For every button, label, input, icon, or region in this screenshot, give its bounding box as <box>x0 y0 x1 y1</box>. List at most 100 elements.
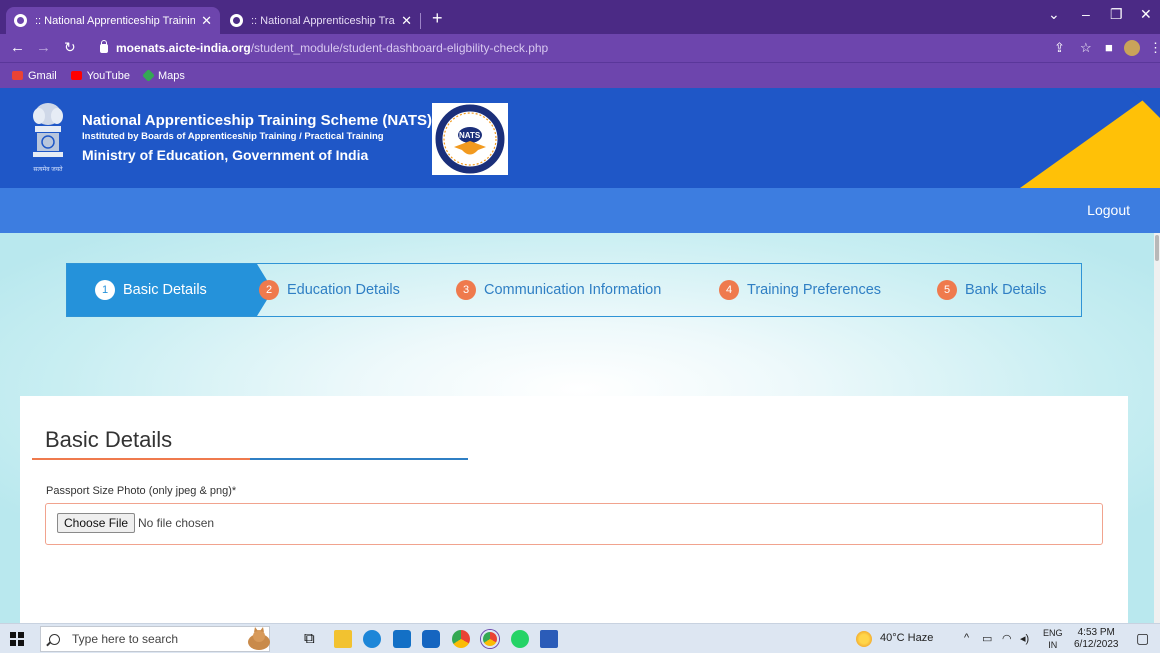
step-label: Training Preferences <box>747 282 882 298</box>
lang-region: IN <box>1048 640 1058 650</box>
step-number: 5 <box>937 280 957 300</box>
chrome-icon[interactable] <box>452 630 470 648</box>
registration-stepper: 1 Basic Details 2 Education Details 3 Co… <box>66 263 1082 317</box>
cat-widget-icon[interactable] <box>244 627 274 651</box>
step-bank-details[interactable]: 5 Bank Details <box>937 264 1046 316</box>
step-label: Communication Information <box>484 282 662 298</box>
chrome-profile-icon[interactable] <box>481 630 499 648</box>
top-navbar: Logout <box>0 188 1160 233</box>
logout-link[interactable]: Logout <box>1087 202 1130 218</box>
header-ministry: Ministry of Education, Government of Ind… <box>82 147 369 163</box>
chevron-up-icon[interactable]: ^ <box>964 632 969 644</box>
remote-app-icon[interactable] <box>422 630 440 648</box>
forward-icon[interactable]: → <box>36 39 51 56</box>
edge-browser-icon[interactable] <box>363 630 381 648</box>
national-emblem-icon <box>33 103 63 157</box>
tab-title: :: National Apprenticeship Trainin <box>251 14 395 27</box>
scrollbar-thumb[interactable] <box>1155 235 1159 261</box>
whatsapp-icon[interactable] <box>511 630 529 648</box>
file-status: No file chosen <box>138 516 215 530</box>
task-view-icon[interactable]: ⧉ <box>304 630 322 648</box>
site-header: सत्यमेव जयते National Apprenticeship Tra… <box>0 88 1160 188</box>
tab-title: :: National Apprenticeship Trainin <box>35 14 196 27</box>
choose-file-button[interactable]: Choose File <box>57 513 136 533</box>
gmail-icon <box>12 71 23 80</box>
notification-icon[interactable]: ▢ <box>1136 630 1149 647</box>
step-number: 3 <box>456 280 476 300</box>
nats-logo: NATS <box>432 103 508 175</box>
step-label: Basic Details <box>123 282 207 298</box>
mail-icon[interactable] <box>393 630 411 648</box>
windows-taskbar: Type here to search ⧉ 40°C Haze ^ ▭ ◠ ◂)… <box>0 623 1160 653</box>
windows-start-icon[interactable] <box>10 632 24 646</box>
wifi-icon[interactable]: ◠ <box>1002 632 1012 645</box>
search-placeholder: Type here to search <box>72 632 179 646</box>
restore-icon[interactable]: ❐ <box>1110 6 1123 23</box>
browser-tab-bar: :: National Apprenticeship Trainin ✕ :: … <box>0 0 1160 34</box>
close-window-icon[interactable]: ✕ <box>1140 6 1152 23</box>
section-title: Basic Details <box>45 427 173 452</box>
bookmark-label: Gmail <box>28 69 57 82</box>
logo-text: NATS <box>459 131 481 140</box>
step-number: 1 <box>95 280 115 300</box>
emblem-caption: सत्यमेव जयते <box>33 167 63 173</box>
bookmark-label: YouTube <box>86 69 130 82</box>
step-number: 2 <box>259 280 279 300</box>
bookmark-gmail[interactable]: Gmail <box>12 70 57 82</box>
back-icon[interactable]: ← <box>10 39 25 56</box>
page-scrollbar[interactable] <box>1154 233 1160 623</box>
close-icon[interactable]: ✕ <box>201 13 212 29</box>
close-icon[interactable]: ✕ <box>401 13 412 29</box>
new-tab-button[interactable]: + <box>432 8 443 29</box>
globe-icon <box>14 14 27 27</box>
chevron-down-icon[interactable]: ⌄ <box>1048 6 1060 23</box>
search-icon <box>49 633 60 645</box>
photo-upload-field: Choose File No file chosen <box>45 503 1103 545</box>
photo-field-label: Passport Size Photo (only jpeg & png)* <box>46 485 237 497</box>
share-icon[interactable]: ⇪ <box>1054 40 1065 56</box>
weather-text[interactable]: 40°C Haze <box>880 632 933 644</box>
url-path: /student_module/student-dashboard-eligbi… <box>250 41 549 55</box>
globe-icon <box>230 14 243 27</box>
taskbar-clock[interactable]: 4:53 PM 6/12/2023 <box>1074 627 1119 651</box>
star-icon[interactable]: ☆ <box>1080 40 1092 56</box>
word-icon[interactable] <box>540 630 558 648</box>
step-basic-details[interactable]: 1 Basic Details <box>67 264 273 316</box>
browser-tab-active[interactable]: :: National Apprenticeship Trainin ✕ <box>6 7 220 34</box>
title-underline <box>32 458 468 460</box>
weather-icon[interactable] <box>856 631 872 647</box>
header-title: National Apprenticeship Training Scheme … <box>82 112 433 129</box>
lang-code: ENG <box>1043 628 1063 638</box>
step-label: Bank Details <box>965 282 1047 298</box>
browser-tab-inactive[interactable]: :: National Apprenticeship Trainin ✕ <box>222 7 420 34</box>
bookmark-label: Maps <box>157 69 185 82</box>
basic-details-card: Basic Details Passport Size Photo (only … <box>20 396 1128 623</box>
address-bar: ← → ↻ moenats.aicte-india.org /student_m… <box>0 34 1160 62</box>
bookmark-maps[interactable]: Maps <box>142 69 185 82</box>
page-content: 1 Basic Details 2 Education Details 3 Co… <box>0 233 1160 623</box>
url-host: moenats.aicte-india.org <box>116 41 251 55</box>
reload-icon[interactable]: ↻ <box>64 39 76 56</box>
battery-icon[interactable]: ▭ <box>982 632 992 645</box>
url-field[interactable]: moenats.aicte-india.org /student_module/… <box>100 38 1120 58</box>
tab-separator <box>420 13 421 29</box>
clock-time: 4:53 PM <box>1077 627 1115 638</box>
header-subtitle: Instituted by Boards of Apprenticeship T… <box>82 131 384 142</box>
minimize-icon[interactable]: – <box>1082 6 1090 22</box>
step-communication-information[interactable]: 3 Communication Information <box>456 264 661 316</box>
header-accent-shape <box>1020 88 1160 188</box>
file-explorer-icon[interactable] <box>334 630 352 648</box>
lock-icon <box>100 39 108 53</box>
profile-avatar-icon[interactable] <box>1124 40 1140 56</box>
step-number: 4 <box>719 280 739 300</box>
clock-date: 6/12/2023 <box>1074 639 1119 650</box>
sidepanel-icon[interactable]: ■ <box>1105 40 1113 55</box>
taskbar-search-input[interactable]: Type here to search <box>40 626 270 652</box>
speaker-icon[interactable]: ◂) <box>1020 632 1029 645</box>
language-indicator[interactable]: ENG IN <box>1043 627 1063 651</box>
bookmark-youtube[interactable]: YouTube <box>70 69 130 82</box>
step-training-preferences[interactable]: 4 Training Preferences <box>719 264 881 316</box>
step-education-details[interactable]: 2 Education Details <box>259 264 400 316</box>
menu-kebab-icon[interactable]: ⋮ <box>1149 40 1160 56</box>
step-label: Education Details <box>287 282 400 298</box>
